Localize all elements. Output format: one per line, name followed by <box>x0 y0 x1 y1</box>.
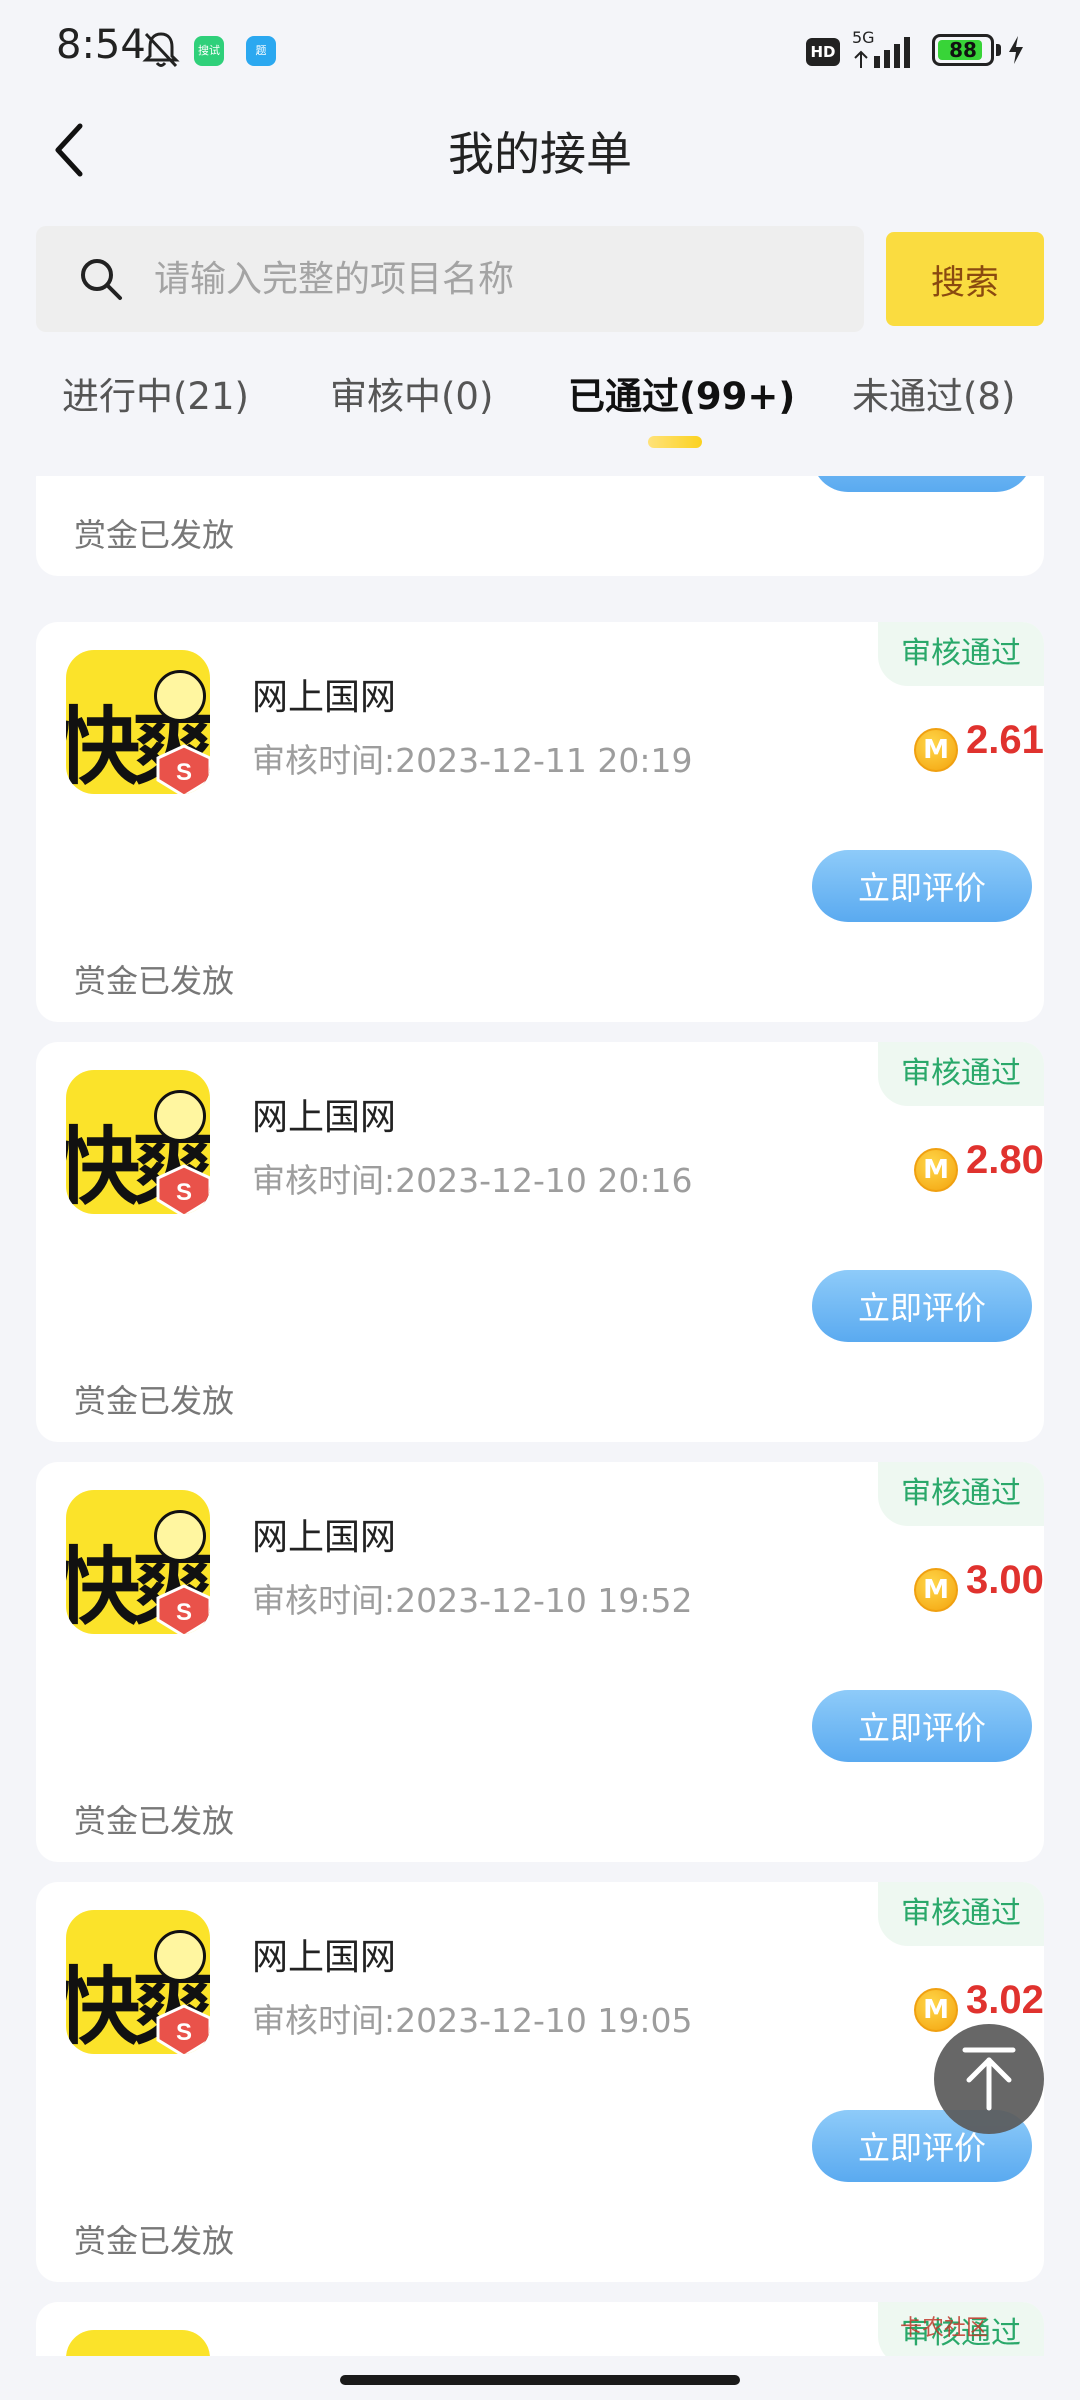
paid-status: 赏金已发放 <box>74 516 235 554</box>
search-bar <box>36 226 864 332</box>
review-button[interactable]: 立即评价 <box>812 1270 1032 1342</box>
hd-voice-icon: HD <box>806 38 840 66</box>
status-badge: 审核通过 <box>878 1462 1044 1526</box>
paid-status: 赏金已发放 <box>74 2222 235 2260</box>
level-badge-icon: S <box>156 744 210 794</box>
reward-amount: 2.61 <box>966 718 1044 762</box>
tab-rejected[interactable]: 未通过(8) <box>852 366 1015 420</box>
review-time: 审核时间:2023-12-10 19:52 <box>252 1581 693 1620</box>
review-time: 审核时间:2023-12-11 20:19 <box>252 741 693 780</box>
tab-bar: 进行中(21) 审核中(0) 已通过(99+) 未通过(8) <box>0 360 1080 460</box>
charging-icon <box>1009 36 1023 64</box>
order-list: 立即评价 赏金已发放 快爽 S 网上国网 审核时间:2023-12-11 20:… <box>0 476 1080 2356</box>
svg-text:S: S <box>176 1179 192 1206</box>
bell-muted-icon <box>142 32 180 68</box>
coin-icon: M <box>914 1148 958 1192</box>
review-button[interactable]: 立即评价 <box>812 850 1032 922</box>
level-badge-icon: S <box>156 2004 210 2054</box>
battery-level: 88 <box>949 38 977 62</box>
order-card: 立即评价 赏金已发放 <box>36 476 1044 576</box>
reward-amount: 2.80 <box>966 1138 1044 1182</box>
battery-tip <box>996 44 1001 56</box>
search-input[interactable] <box>154 226 844 332</box>
arrow-up-icon <box>962 2047 1016 2111</box>
status-bar: 8:54 搜试 题 HD 5G 88 <box>0 0 1080 100</box>
coin-icon: M <box>914 1568 958 1612</box>
status-time: 8:54 <box>56 22 146 68</box>
order-card[interactable]: 审核通过 <box>36 2302 1044 2356</box>
notification-app-icon: 题 <box>246 36 276 66</box>
mascot-icon <box>154 1510 206 1562</box>
page-header: 我的接单 <box>0 110 1080 190</box>
tab-approved[interactable]: 已通过(99+) <box>568 366 795 420</box>
paid-status: 赏金已发放 <box>74 962 235 1000</box>
level-badge-icon: S <box>156 1584 210 1634</box>
search-button[interactable]: 搜索 <box>886 232 1044 326</box>
order-card[interactable]: 快爽 S 网上国网 审核时间:2023-12-10 20:16 审核通过 M 2… <box>36 1042 1044 1442</box>
order-card[interactable]: 快爽 S 网上国网 审核时间:2023-12-10 19:05 审核通过 M 3… <box>36 1882 1044 2282</box>
status-badge: 审核通过 <box>878 622 1044 686</box>
order-card[interactable]: 快爽 S 网上国网 审核时间:2023-12-11 20:19 审核通过 M 2… <box>36 622 1044 1022</box>
notification-app-icon: 搜试 <box>194 36 224 66</box>
signal-icon <box>854 37 910 68</box>
page-title: 我的接单 <box>448 127 632 181</box>
app-thumbnail: 快爽 S <box>66 650 210 794</box>
mascot-icon <box>154 1090 206 1142</box>
reward-amount: 3.00 <box>966 1558 1044 1602</box>
order-card[interactable]: 快爽 S 网上国网 审核时间:2023-12-10 19:52 审核通过 M 3… <box>36 1462 1044 1862</box>
review-button[interactable]: 立即评价 <box>812 476 1032 492</box>
coin-icon: M <box>914 728 958 772</box>
app-thumbnail: 快爽 S <box>66 1910 210 2054</box>
app-thumbnail: 快爽 S <box>66 1070 210 1214</box>
battery-icon: 88 <box>932 34 994 66</box>
active-tab-indicator <box>648 436 702 448</box>
home-indicator[interactable] <box>340 2375 740 2385</box>
watermark: 卡农社区 <box>900 2316 989 2341</box>
status-badge: 审核通过 <box>878 1042 1044 1106</box>
status-badge: 审核通过 <box>878 1882 1044 1946</box>
svg-text:S: S <box>176 2019 192 2046</box>
mascot-icon <box>154 670 206 722</box>
paid-status: 赏金已发放 <box>74 1382 235 1420</box>
project-title: 网上国网 <box>252 1517 397 1558</box>
review-button[interactable]: 立即评价 <box>812 1690 1032 1762</box>
tab-in-progress[interactable]: 进行中(21) <box>62 366 249 420</box>
mascot-icon <box>154 1930 206 1982</box>
svg-text:S: S <box>176 759 192 786</box>
project-title: 网上国网 <box>252 1097 397 1138</box>
app-thumbnail: 快爽 S <box>66 1490 210 1634</box>
paid-status: 赏金已发放 <box>74 1802 235 1840</box>
search-icon <box>81 259 122 300</box>
reward-amount: 3.02 <box>966 1978 1044 2022</box>
review-time: 审核时间:2023-12-10 19:05 <box>252 2001 693 2040</box>
svg-text:S: S <box>176 1599 192 1626</box>
back-to-top-button[interactable] <box>934 2024 1044 2134</box>
tab-under-review[interactable]: 审核中(0) <box>330 366 493 420</box>
level-badge-icon: S <box>156 1164 210 1214</box>
project-title: 网上国网 <box>252 677 397 718</box>
coin-icon: M <box>914 1988 958 2032</box>
project-title: 网上国网 <box>252 1937 397 1978</box>
app-thumbnail <box>66 2330 210 2356</box>
review-time: 审核时间:2023-12-10 20:16 <box>252 1161 693 1200</box>
